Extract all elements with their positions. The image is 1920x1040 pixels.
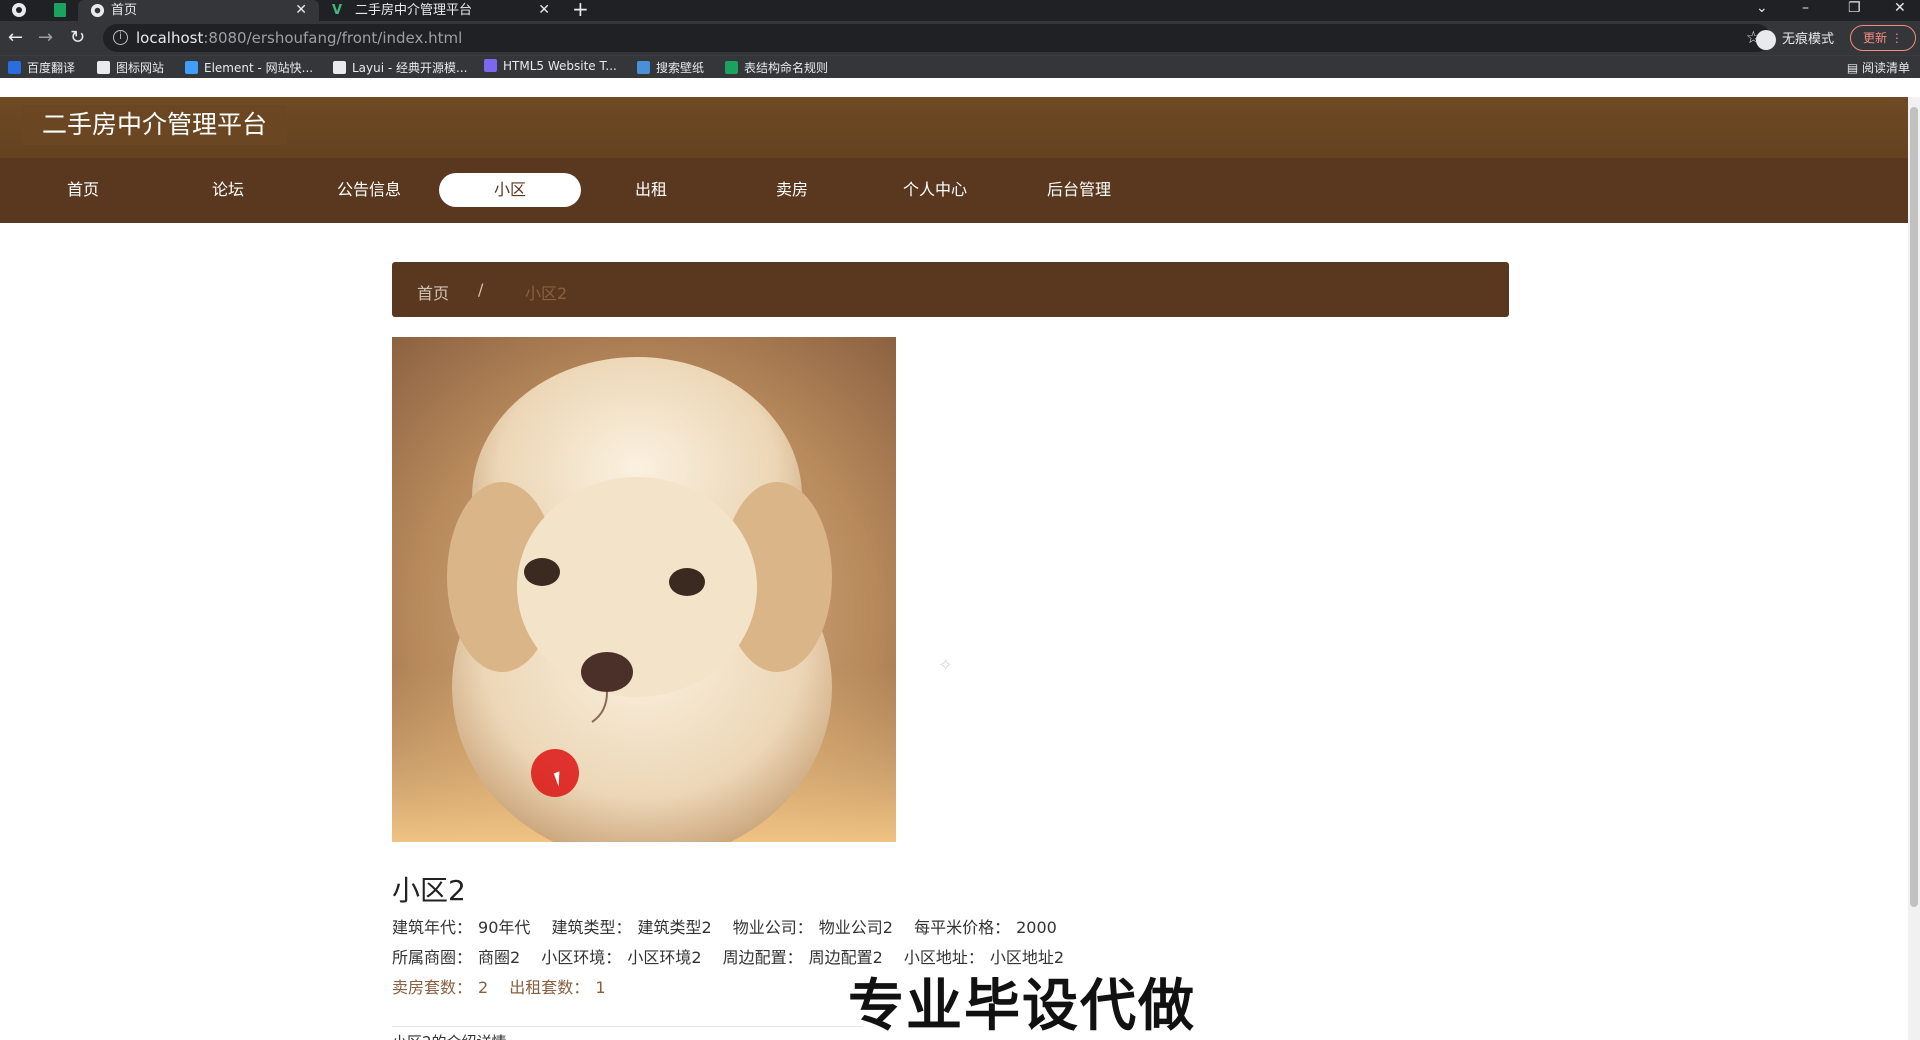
nav-rent[interactable]: 出租 [580,173,722,207]
breadcrumb-separator: / [478,280,484,299]
nav-sell[interactable]: 卖房 [721,173,863,207]
address-bar[interactable]: i localhost:8080/ershoufang/front/index.… [103,24,1771,52]
build-year-label: 建筑年代： [392,918,473,937]
environment-value: 小区环境2 [627,948,702,967]
nav-personal-center[interactable]: 个人中心 [864,173,1006,207]
price-per-sqm-label: 每平米价格： [914,918,1011,937]
for-sale-count-value: 2 [478,978,489,997]
build-type-value: 建筑类型2 [637,918,712,937]
bookmark-item[interactable]: 图标网站 [97,59,164,76]
main-nav: 首页 论坛 公告信息 小区 出租 卖房 个人中心 后台管理 [0,158,1908,223]
bookmarks-bar: 百度翻译 图标网站 Element - 网站快... Layui - 经典开源模… [0,55,1920,78]
nav-admin[interactable]: 后台管理 [1008,173,1150,207]
surroundings-label: 周边配置： [722,948,803,967]
back-button[interactable]: ← [8,28,23,48]
tab-strip: 首页 ✕ V 二手房中介管理平台 ✕ + ⌄ – ❐ ✕ [0,0,1920,21]
bookmark-item[interactable]: 表结构命名规则 [725,59,828,76]
business-district-label: 所属商圈： [392,948,473,967]
build-year-value: 90年代 [478,918,531,937]
tab-home[interactable]: 首页 ✕ [78,0,319,21]
bookmark-item[interactable]: Layui - 经典开源模... [333,59,467,76]
restore-button[interactable]: ❐ [1848,0,1861,16]
web-page: 二手房中介管理平台 首页 论坛 公告信息 小区 出租 卖房 个人中心 后台管理 … [0,97,1908,1040]
chrome-menu-icon[interactable] [11,2,27,18]
tab-label: 首页 [111,3,138,18]
minimize-button[interactable]: – [1802,0,1809,16]
for-sale-count-label: 卖房套数： [392,978,473,997]
watermark-overlay: 专业毕设代做 [848,974,1196,1039]
browser-chrome: 首页 ✕ V 二手房中介管理平台 ✕ + ⌄ – ❐ ✕ ← → ↻ i loc… [0,0,1920,78]
for-rent-count-value: 1 [595,978,606,997]
nav-announcements[interactable]: 公告信息 [298,173,440,207]
site-title: 二手房中介管理平台 [22,105,288,145]
divider [392,1026,862,1027]
for-rent-count-label: 出租套数： [509,978,590,997]
detail-row-1: 建筑年代： 90年代 建筑类型： 建筑类型2 物业公司： 物业公司2 每平米价格： 20… [392,914,1073,938]
bookmark-item[interactable]: 搜索壁纸 [637,59,704,76]
nav-forum[interactable]: 论坛 [157,173,299,207]
close-icon[interactable]: ✕ [538,0,550,21]
breadcrumb: 首页 / 小区2 [392,262,1509,317]
bookmark-item[interactable]: HTML5 Website T... [484,59,617,73]
breadcrumb-current: 小区2 [525,284,568,303]
loading-icon: ✧ [938,655,954,676]
environment-label: 小区环境： [541,948,622,967]
info-icon[interactable]: i [113,30,128,45]
site-header: 二手房中介管理平台 [0,97,1908,158]
wallpaper-icon [637,61,650,74]
layui-icon [333,61,346,74]
close-window-button[interactable]: ✕ [1894,0,1906,16]
toolbar: ← → ↻ i localhost:8080/ershoufang/front/… [0,21,1920,55]
nav-home[interactable]: 首页 [12,173,154,207]
flag-icon [97,61,110,74]
detail-row-3: 卖房套数： 2 出租套数： 1 [392,974,622,998]
bookmark-item[interactable]: Element - 网站快... [185,59,313,76]
spreadsheet-tab-icon[interactable] [52,2,68,18]
globe-icon [90,3,105,18]
sheet-icon [725,61,738,74]
html5-icon [484,59,497,72]
tab-platform[interactable]: V 二手房中介管理平台 ✕ [322,0,562,21]
property-company-value: 物业公司2 [818,918,893,937]
update-button[interactable]: 更新 ⋮ [1850,25,1916,51]
reload-button[interactable]: ↻ [70,28,85,48]
community-photo [392,337,896,842]
community-name: 小区2 [392,874,466,907]
incognito-icon [1756,29,1776,50]
page-scrollbar[interactable] [1908,97,1920,1040]
breadcrumb-home[interactable]: 首页 [417,280,449,304]
tab-search-icon[interactable]: ⌄ [1756,0,1768,16]
price-per-sqm-value: 2000 [1016,918,1057,937]
reading-list-button[interactable]: ▤ 阅读清单 [1847,59,1910,76]
forward-button[interactable]: → [38,28,53,48]
business-district-value: 商圈2 [478,948,521,967]
scrollbar-thumb[interactable] [1910,107,1918,907]
nav-community[interactable]: 小区 [439,173,581,207]
community-description: 小区2的介绍详情 [392,1031,507,1040]
property-company-label: 物业公司： [732,918,813,937]
baidu-translate-icon [8,61,21,74]
tab-label: 二手房中介管理平台 [355,3,473,18]
incognito-indicator[interactable]: 无痕模式 [1756,28,1834,50]
close-icon[interactable]: ✕ [295,0,307,21]
build-type-label: 建筑类型： [551,918,632,937]
url-text: localhost:8080/ershoufang/front/index.ht… [136,29,463,47]
element-icon [185,61,198,74]
new-tab-button[interactable]: + [572,0,589,19]
bookmark-item[interactable]: 百度翻译 [8,59,75,76]
vue-icon: V [332,3,343,18]
